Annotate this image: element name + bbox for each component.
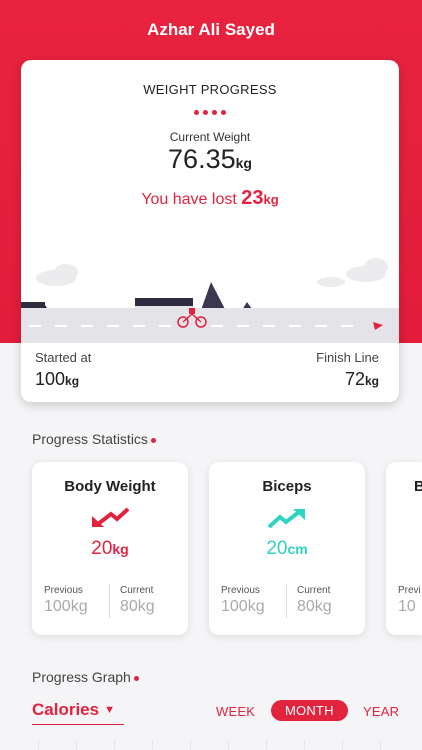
trend-down-icon bbox=[92, 507, 130, 527]
card-title: WEIGHT PROGRESS bbox=[143, 82, 277, 97]
graph-grid-line bbox=[38, 740, 39, 750]
stat-card-partial[interactable]: B Previ 10 bbox=[386, 462, 422, 635]
graph-grid-line bbox=[266, 740, 267, 750]
stat-title: Biceps bbox=[262, 478, 312, 495]
previous-label: Previous bbox=[44, 585, 83, 596]
stat-title: B bbox=[414, 478, 422, 495]
graph-grid-line bbox=[152, 740, 153, 750]
trend-up-icon bbox=[267, 509, 305, 529]
graph-grid-line bbox=[228, 740, 229, 750]
current-value: 80kg bbox=[120, 598, 155, 615]
stat-value: 20cm bbox=[266, 538, 308, 559]
stat-title: Body Weight bbox=[64, 478, 156, 495]
started-at-value: 100kg bbox=[35, 369, 80, 389]
finish-line-label: Finish Line bbox=[316, 350, 379, 365]
graph-grid-line bbox=[304, 740, 305, 750]
graph-grid-line bbox=[114, 740, 115, 750]
progress-graph-title: Progress Graph bbox=[32, 669, 139, 685]
weight-progress-card: WEIGHT PROGRESS Current Weight 76.35kg Y… bbox=[21, 60, 399, 402]
previous-value: 100kg bbox=[44, 598, 88, 615]
finish-line-value: 72kg bbox=[344, 369, 379, 389]
current-value: 80kg bbox=[297, 598, 332, 615]
previous-label: Previ bbox=[398, 585, 421, 596]
stat-value: 20kg bbox=[91, 538, 129, 559]
title-dots bbox=[21, 102, 399, 120]
current-label: Current bbox=[120, 585, 154, 596]
graph-grid-line bbox=[342, 740, 343, 750]
tab-year[interactable]: YEAR bbox=[363, 704, 399, 719]
stat-card-biceps[interactable]: Biceps 20cm Previous 100kg Current 80kg bbox=[209, 462, 365, 635]
previous-value: 10 bbox=[398, 598, 416, 615]
previous-label: Previous bbox=[221, 585, 260, 596]
started-at-label: Started at bbox=[35, 350, 92, 365]
graph-grid-line bbox=[76, 740, 77, 750]
user-name: Azhar Ali Sayed bbox=[147, 20, 275, 39]
stat-card-body-weight[interactable]: Body Weight 20kg Previous 100kg Current … bbox=[32, 462, 188, 635]
road bbox=[21, 308, 399, 344]
divider bbox=[109, 584, 110, 618]
divider bbox=[286, 584, 287, 618]
metric-dropdown[interactable]: Calories ▼ bbox=[32, 700, 124, 725]
current-weight-value: 76.35kg bbox=[168, 144, 252, 174]
current-weight-label: Current Weight bbox=[169, 130, 251, 144]
tab-month[interactable]: MONTH bbox=[271, 700, 348, 721]
progress-statistics-title: Progress Statistics bbox=[32, 431, 156, 447]
graph-grid-line bbox=[190, 740, 191, 750]
current-label: Current bbox=[297, 585, 331, 596]
tab-week[interactable]: WEEK bbox=[216, 704, 255, 719]
graph-grid-line bbox=[380, 740, 381, 750]
caret-down-icon: ▼ bbox=[104, 704, 115, 716]
cloud-icon bbox=[36, 264, 78, 286]
previous-value: 100kg bbox=[221, 598, 265, 615]
